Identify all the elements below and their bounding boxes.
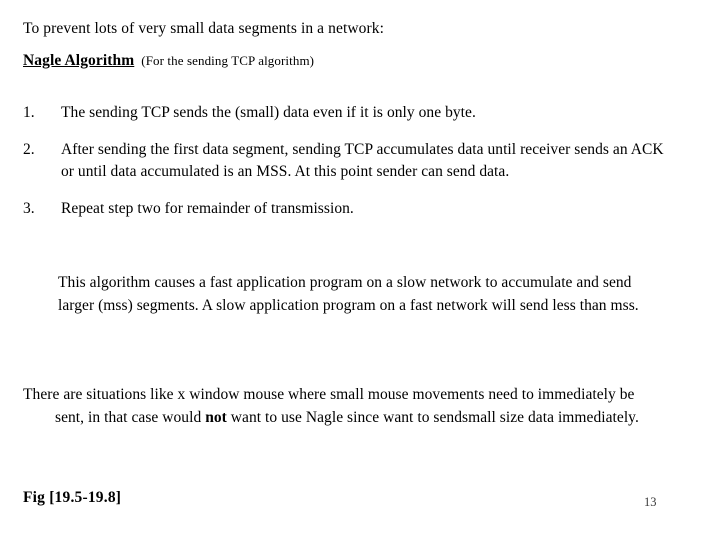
section-heading: Nagle Algorithm (For the sending TCP algo… [23,52,683,70]
list-item: 2. After sending the first data segment,… [23,139,668,183]
indented-paragraph: This algorithm causes a fast application… [58,274,639,314]
list-item-text: After sending the first data segment, se… [61,141,664,180]
list-item-text: Repeat step two for remainder of transmi… [61,200,354,217]
intro-line: To prevent lots of very small data segme… [23,20,385,37]
slide-canvas: To prevent lots of very small data segme… [0,0,720,540]
section-heading-title: Nagle Algorithm [23,52,135,69]
list-item-number: 1. [23,104,35,121]
numbered-steps-list: 1. The sending TCP sends the (small) dat… [23,102,668,220]
list-item-text: The sending TCP sends the (small) data e… [61,104,476,121]
page-number: 13 [644,495,657,509]
list-item-number: 2. [23,141,35,158]
list-item: 3. Repeat step two for remainder of tran… [23,198,668,220]
final-paragraph: There are situations like x window mouse… [23,384,665,429]
final-paragraph-emphasis: not [205,408,227,426]
figure-reference-label: Fig [19.5-19.8] [23,489,122,506]
section-heading-note: (For the sending TCP algorithm) [141,53,315,68]
final-paragraph-part2: want to use Nagle since want to sendsmal… [226,408,639,426]
list-item: 1. The sending TCP sends the (small) dat… [23,102,668,124]
list-item-number: 3. [23,200,35,217]
